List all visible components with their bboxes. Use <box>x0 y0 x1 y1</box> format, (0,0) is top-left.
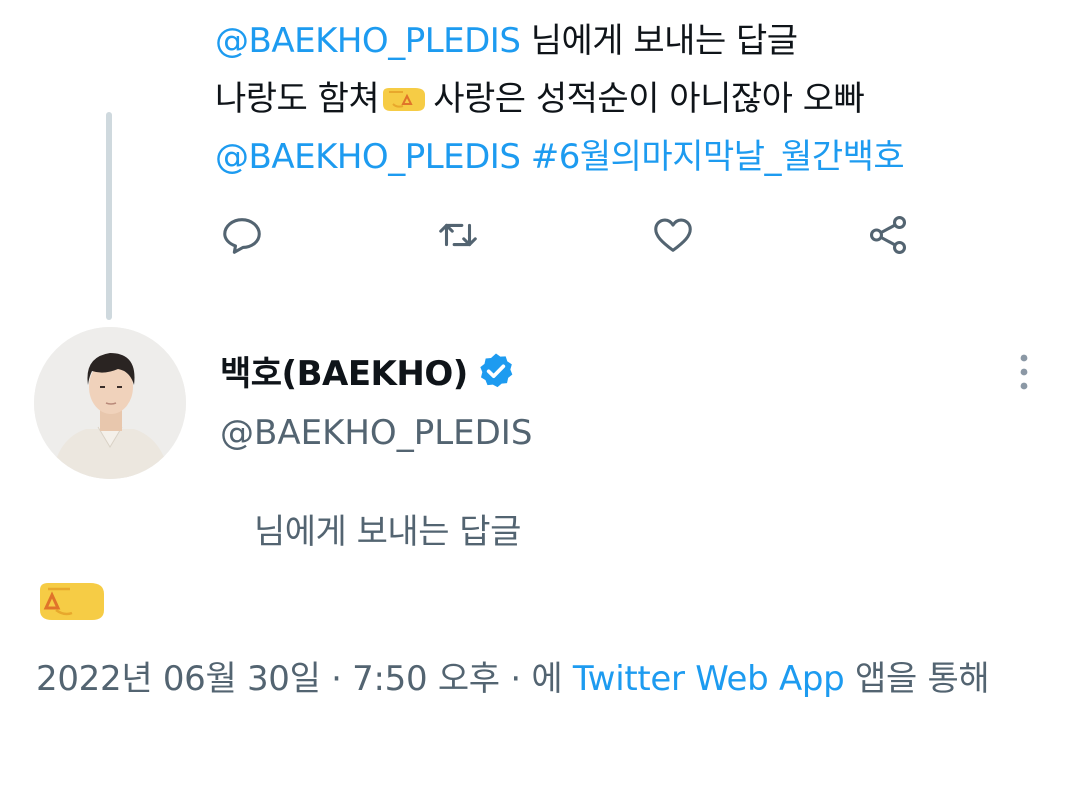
hashtag-link[interactable]: #6월의마지막날_월간백호 <box>531 137 905 177</box>
more-options-button[interactable] <box>1003 348 1045 396</box>
parent-tweet-text: @BAEKHO_PLEDIS 님에게 보내는 답글 나랑도 함쳐 사랑은 성적순… <box>215 12 1055 186</box>
reply-icon <box>223 218 261 254</box>
tweet-time[interactable]: 7:50 오후 <box>352 659 500 699</box>
left-facing-fist-emoji-icon <box>40 583 104 620</box>
tweet-text-before-emoji: 나랑도 함쳐 <box>215 79 380 119</box>
more-vertical-icon <box>1020 354 1028 390</box>
heart-icon <box>654 218 692 252</box>
display-name[interactable]: 백호(BAEKHO) <box>220 345 516 403</box>
share-icon <box>869 216 907 254</box>
tweet-action-bar <box>0 205 1080 269</box>
profile-photo-icon <box>34 327 186 479</box>
tweet-metadata: 2022년 06월 30일 · 7:50 오후 · 에 Twitter Web … <box>36 652 1036 706</box>
via-prefix: 에 <box>531 659 563 699</box>
verified-badge-icon <box>480 353 513 388</box>
replying-mention-link[interactable]: @BAEKHO_PLEDIS <box>215 21 521 61</box>
replying-to-line: @BAEKHO_PLEDIS 님에게 보내는 답글 <box>215 12 1055 70</box>
retweet-button[interactable] <box>428 205 488 265</box>
meta-separator: · <box>510 659 521 699</box>
display-name-text: 백호(BAEKHO) <box>220 354 468 394</box>
left-facing-fist-emoji-icon <box>383 88 426 111</box>
source-app-link[interactable]: Twitter Web App <box>573 659 845 699</box>
tag-mention-link[interactable]: @BAEKHO_PLEDIS <box>215 137 521 177</box>
user-handle[interactable]: @BAEKHO_PLEDIS <box>220 404 532 462</box>
tweet-text-after-emoji: 사랑은 성적순이 아니잖아 오빠 <box>433 79 865 119</box>
replying-to-label: 님에게 보내는 답글 <box>254 512 521 552</box>
tweet-date[interactable]: 2022년 06월 30일 <box>36 659 321 699</box>
tweet-body-line: 나랑도 함쳐 사랑은 성적순이 아니잖아 오빠 <box>215 70 1055 128</box>
tweet-tags-line: @BAEKHO_PLEDIS #6월의마지막날_월간백호 <box>215 128 1055 186</box>
share-button[interactable] <box>858 205 918 265</box>
reply-button[interactable] <box>212 205 272 265</box>
retweet-icon <box>439 223 477 247</box>
meta-separator: · <box>331 659 342 699</box>
tweet-detail-page: @BAEKHO_PLEDIS 님에게 보내는 답글 나랑도 함쳐 사랑은 성적순… <box>0 0 1080 787</box>
replying-suffix: 님에게 보내는 답글 <box>530 21 798 61</box>
avatar[interactable] <box>34 327 186 479</box>
like-button[interactable] <box>643 205 703 265</box>
via-suffix: 앱을 통해 <box>854 659 990 699</box>
